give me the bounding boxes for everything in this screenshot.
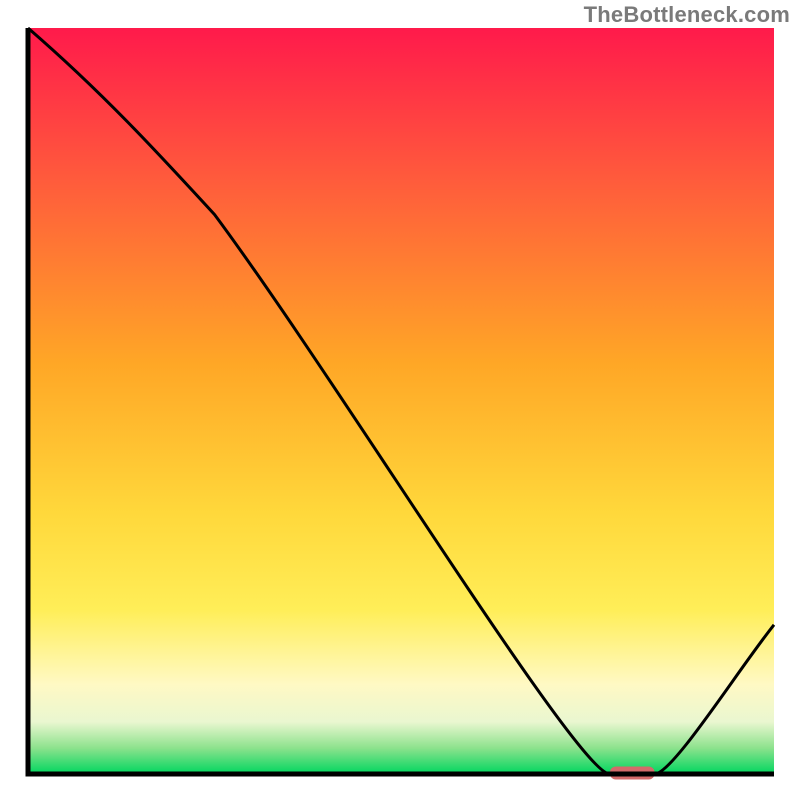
- plot-background: [28, 28, 774, 774]
- chart-container: { "watermark": "TheBottleneck.com", "cha…: [0, 0, 800, 800]
- bottleneck-chart: [0, 0, 800, 800]
